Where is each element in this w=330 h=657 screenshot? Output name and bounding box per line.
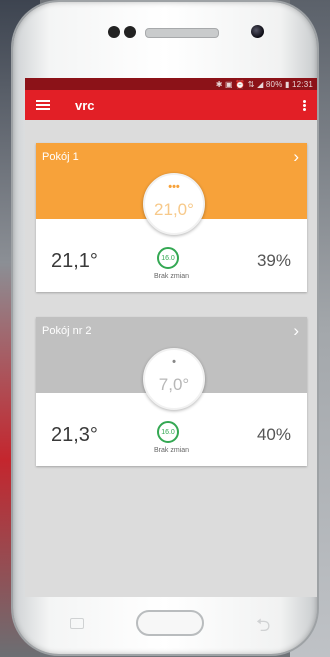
back-icon[interactable]: ⮌ — [256, 613, 270, 643]
sensor-dot — [124, 26, 136, 38]
phone-screen: ✱ ▣ ⏰ ⇅ ◢ 80% ▮ 12:31 vrc Pokój 1 › ••• … — [25, 78, 317, 597]
mode-icon-label: 16.0 — [161, 428, 175, 436]
set-temperature: 21,0° — [154, 200, 194, 219]
status-bar-text: ✱ ▣ ⏰ ⇅ ◢ 80% ▮ 12:31 — [215, 79, 313, 89]
room-name: Pokój nr 2 — [42, 325, 92, 337]
mode-icon-label: 16.0 — [161, 254, 175, 262]
humidity: 40% — [256, 425, 291, 444]
current-temperature: 21,1° — [51, 250, 98, 272]
hardware-nav-bar: ⮌ — [20, 600, 312, 648]
more-vert-icon[interactable] — [303, 99, 306, 112]
recent-apps-icon[interactable] — [70, 618, 84, 629]
current-temperature: 21,3° — [51, 424, 98, 446]
sensor-dot — [108, 26, 120, 38]
front-camera — [251, 25, 264, 38]
room-card[interactable]: Pokój nr 2 › • 7,0° 21,3° 16.0 Brak zmia… — [36, 317, 307, 466]
thermostat-mode-icon: 16.0 — [157, 247, 179, 269]
mode-indicator-dots: ••• — [168, 181, 180, 193]
home-button[interactable] — [136, 610, 204, 636]
thermostat-mode-icon: 16.0 — [157, 421, 179, 443]
status-bar: ✱ ▣ ⏰ ⇅ ◢ 80% ▮ 12:31 — [25, 78, 317, 90]
set-temperature-dial[interactable]: ••• 21,0° — [143, 173, 205, 235]
room-name: Pokój 1 — [42, 151, 79, 163]
status-label: Brak zmian — [153, 273, 189, 280]
set-temperature-dial[interactable]: • 7,0° — [143, 348, 205, 410]
chevron-right-icon[interactable]: › — [293, 321, 299, 341]
app-title: vrc — [75, 97, 95, 113]
status-label: Brak zmian — [153, 447, 189, 454]
humidity: 39% — [256, 251, 291, 270]
room-card[interactable]: Pokój 1 › ••• 21,0° 21,1° 16.0 Brak zmia… — [36, 143, 307, 292]
earpiece — [145, 28, 219, 38]
chevron-right-icon[interactable]: › — [293, 147, 299, 167]
app-bar: vrc — [25, 90, 317, 120]
mode-indicator-dots: • — [172, 356, 176, 368]
set-temperature: 7,0° — [158, 375, 190, 394]
hamburger-menu-icon[interactable] — [36, 98, 50, 112]
